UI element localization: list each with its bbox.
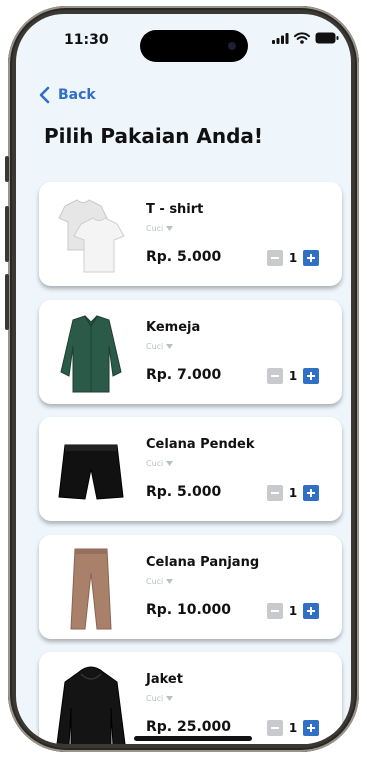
quantity-value: 1 <box>288 369 298 383</box>
service-value: Cuci <box>146 694 164 703</box>
shirt-icon <box>60 315 122 393</box>
quantity-value: 1 <box>288 604 298 618</box>
tshirt-icon <box>58 199 125 273</box>
wifi-icon <box>294 32 310 44</box>
decrease-button[interactable] <box>267 720 283 736</box>
chevron-down-icon <box>166 461 174 466</box>
chevron-down-icon <box>166 226 174 231</box>
clothing-card: Jaket Cuci Rp. 25.000 1 <box>39 652 342 744</box>
home-indicator[interactable] <box>134 736 252 741</box>
quantity-stepper: 1 <box>267 250 319 266</box>
increase-button[interactable] <box>303 720 319 736</box>
back-button[interactable]: Back <box>38 86 96 104</box>
volume-down-button <box>5 274 9 330</box>
service-dropdown[interactable]: Cuci <box>146 577 174 586</box>
item-name: Kemeja <box>146 320 201 335</box>
app-screen: 11:30 Back Pilih Pakaian Anda! T - shirt… <box>16 14 351 744</box>
increase-button[interactable] <box>303 250 319 266</box>
item-price: Rp. 5.000 <box>146 249 222 265</box>
camera-icon <box>228 42 236 50</box>
quantity-stepper: 1 <box>267 603 319 619</box>
service-value: Cuci <box>146 342 164 351</box>
clothing-card: T - shirt Cuci Rp. 5.000 1 <box>39 182 342 286</box>
mute-switch <box>5 156 9 182</box>
item-price: Rp. 25.000 <box>146 719 232 735</box>
clothing-card: Celana Panjang Cuci Rp. 10.000 1 <box>39 535 342 639</box>
item-name: Jaket <box>146 672 183 687</box>
battery-icon <box>315 32 339 44</box>
status-time: 11:30 <box>64 32 109 48</box>
pants-icon <box>70 548 112 630</box>
service-dropdown[interactable]: Cuci <box>146 694 174 703</box>
service-value: Cuci <box>146 459 164 468</box>
jacket-icon <box>56 666 126 744</box>
dynamic-island <box>140 30 248 62</box>
item-name: Celana Panjang <box>146 555 260 570</box>
increase-button[interactable] <box>303 485 319 501</box>
system-icons <box>272 32 339 44</box>
decrease-button[interactable] <box>267 603 283 619</box>
clothing-card: Kemeja Cuci Rp. 7.000 1 <box>39 300 342 404</box>
chevron-down-icon <box>166 579 174 584</box>
status-bar: 11:30 <box>16 14 351 62</box>
increase-button[interactable] <box>303 368 319 384</box>
signal-icon <box>272 32 289 44</box>
decrease-button[interactable] <box>267 368 283 384</box>
item-price: Rp. 7.000 <box>146 367 222 383</box>
volume-up-button <box>5 206 9 262</box>
service-value: Cuci <box>146 577 164 586</box>
item-name: Celana Pendek <box>146 437 255 452</box>
service-dropdown[interactable]: Cuci <box>146 342 174 351</box>
quantity-value: 1 <box>288 721 298 735</box>
chevron-down-icon <box>166 696 174 701</box>
quantity-stepper: 1 <box>267 720 319 736</box>
decrease-button[interactable] <box>267 250 283 266</box>
service-dropdown[interactable]: Cuci <box>146 459 174 468</box>
quantity-stepper: 1 <box>267 485 319 501</box>
quantity-value: 1 <box>288 251 298 265</box>
quantity-value: 1 <box>288 486 298 500</box>
shorts-icon <box>58 444 124 500</box>
decrease-button[interactable] <box>267 485 283 501</box>
clothing-card: Celana Pendek Cuci Rp. 5.000 1 <box>39 417 342 521</box>
service-dropdown[interactable]: Cuci <box>146 224 174 233</box>
page-title: Pilih Pakaian Anda! <box>44 124 264 148</box>
increase-button[interactable] <box>303 603 319 619</box>
item-price: Rp. 10.000 <box>146 602 232 618</box>
service-value: Cuci <box>146 224 164 233</box>
chevron-down-icon <box>166 344 174 349</box>
item-name: T - shirt <box>146 202 204 217</box>
item-price: Rp. 5.000 <box>146 484 222 500</box>
quantity-stepper: 1 <box>267 368 319 384</box>
chevron-left-icon <box>39 86 50 104</box>
back-label: Back <box>58 87 96 103</box>
